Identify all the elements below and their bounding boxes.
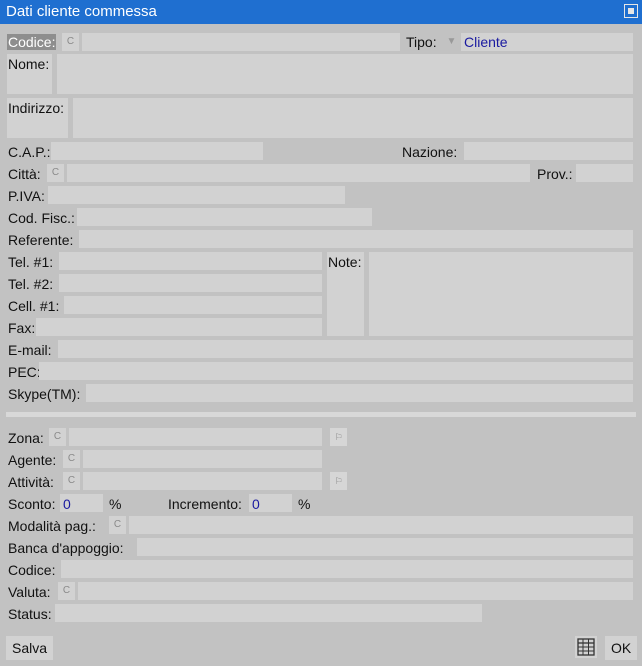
tel1-label: Tel. #1: bbox=[8, 254, 54, 270]
table-view-button[interactable] bbox=[575, 636, 597, 658]
pec-label: PEC: bbox=[8, 364, 41, 380]
tipo-value: Cliente bbox=[464, 34, 508, 50]
modalita-label: Modalità pag.: bbox=[8, 518, 96, 534]
agente-input[interactable] bbox=[83, 450, 322, 468]
banca-label: Banca d'appoggio: bbox=[8, 540, 124, 556]
ok-button[interactable]: OK bbox=[605, 636, 638, 660]
incremento-label: Incremento: bbox=[168, 496, 242, 512]
indirizzo-input[interactable] bbox=[73, 98, 633, 138]
cell1-input[interactable] bbox=[64, 296, 322, 314]
skype-label: Skype(TM): bbox=[8, 386, 81, 402]
codfisc-input[interactable] bbox=[77, 208, 372, 226]
save-button[interactable]: Salva bbox=[6, 636, 54, 660]
tel1-input[interactable] bbox=[59, 252, 322, 270]
incremento-value: 0 bbox=[252, 496, 260, 512]
referente-label: Referente: bbox=[8, 232, 74, 248]
citta-label: Città: bbox=[8, 166, 41, 182]
valuta-input[interactable] bbox=[78, 582, 633, 600]
valuta-lookup-icon[interactable]: C bbox=[58, 582, 75, 600]
incremento-percent: % bbox=[298, 496, 311, 512]
section-divider bbox=[6, 412, 636, 417]
banca-input[interactable] bbox=[137, 538, 633, 556]
citta-lookup-icon[interactable]: C bbox=[47, 164, 64, 182]
sconto-label: Sconto: bbox=[8, 496, 56, 512]
status-label: Status: bbox=[8, 606, 52, 622]
window-title: Dati cliente commessa bbox=[6, 3, 157, 20]
title-bar: Dati cliente commessa bbox=[0, 0, 642, 24]
cap-label: C.A.P.: bbox=[8, 144, 51, 160]
email-input[interactable] bbox=[58, 340, 633, 358]
note-label: Note: bbox=[328, 254, 362, 270]
tipo-dropdown-icon[interactable]: ▼ bbox=[443, 33, 460, 51]
tel2-label: Tel. #2: bbox=[8, 276, 54, 292]
agente-lookup-icon[interactable]: C bbox=[63, 450, 80, 468]
zona-flag-icon[interactable]: ⚐ bbox=[330, 428, 347, 446]
referente-input[interactable] bbox=[79, 230, 633, 248]
fax-input[interactable] bbox=[36, 318, 322, 336]
nazione-label: Nazione: bbox=[402, 144, 458, 160]
piva-label: P.IVA: bbox=[8, 188, 45, 204]
valuta-label: Valuta: bbox=[8, 584, 51, 600]
close-icon[interactable] bbox=[624, 4, 638, 18]
cap-input[interactable] bbox=[51, 142, 263, 160]
citta-input[interactable] bbox=[67, 164, 530, 182]
fax-label: Fax: bbox=[8, 320, 36, 336]
attivita-lookup-icon[interactable]: C bbox=[63, 472, 80, 490]
sconto-value: 0 bbox=[63, 496, 71, 512]
attivita-label: Attività: bbox=[8, 474, 54, 490]
nazione-input[interactable] bbox=[464, 142, 633, 160]
cell1-label: Cell. #1: bbox=[8, 298, 60, 314]
pec-input[interactable] bbox=[39, 362, 633, 380]
note-input[interactable] bbox=[369, 252, 633, 336]
nome-label: Nome: bbox=[8, 56, 50, 72]
tipo-label: Tipo: bbox=[406, 34, 437, 50]
piva-input[interactable] bbox=[48, 186, 345, 204]
banca-codice-label: Codice: bbox=[8, 562, 56, 578]
sconto-percent: % bbox=[109, 496, 122, 512]
status-input[interactable] bbox=[55, 604, 482, 622]
tel2-input[interactable] bbox=[59, 274, 322, 292]
prov-label: Prov.: bbox=[537, 166, 573, 182]
email-label: E-mail: bbox=[8, 342, 52, 358]
attivita-flag-icon[interactable]: ⚐ bbox=[330, 472, 347, 490]
indirizzo-label: Indirizzo: bbox=[8, 100, 65, 116]
zona-label: Zona: bbox=[8, 430, 44, 446]
codice-input[interactable] bbox=[82, 33, 400, 51]
table-icon bbox=[577, 638, 595, 656]
agente-label: Agente: bbox=[8, 452, 57, 468]
banca-codice-input[interactable] bbox=[61, 560, 633, 578]
codice-lookup-icon[interactable]: C bbox=[62, 33, 79, 51]
modalita-input[interactable] bbox=[129, 516, 633, 534]
codice-label: Codice: bbox=[7, 34, 57, 50]
skype-input[interactable] bbox=[86, 384, 633, 402]
zona-input[interactable] bbox=[69, 428, 322, 446]
prov-input[interactable] bbox=[576, 164, 633, 182]
codfisc-label: Cod. Fisc.: bbox=[8, 210, 75, 226]
zona-lookup-icon[interactable]: C bbox=[49, 428, 66, 446]
nome-input[interactable] bbox=[57, 54, 633, 94]
dialog-window: Dati cliente commessa Codice: C Tipo: ▼ … bbox=[0, 0, 642, 666]
modalita-lookup-icon[interactable]: C bbox=[109, 516, 126, 534]
attivita-input[interactable] bbox=[83, 472, 322, 490]
